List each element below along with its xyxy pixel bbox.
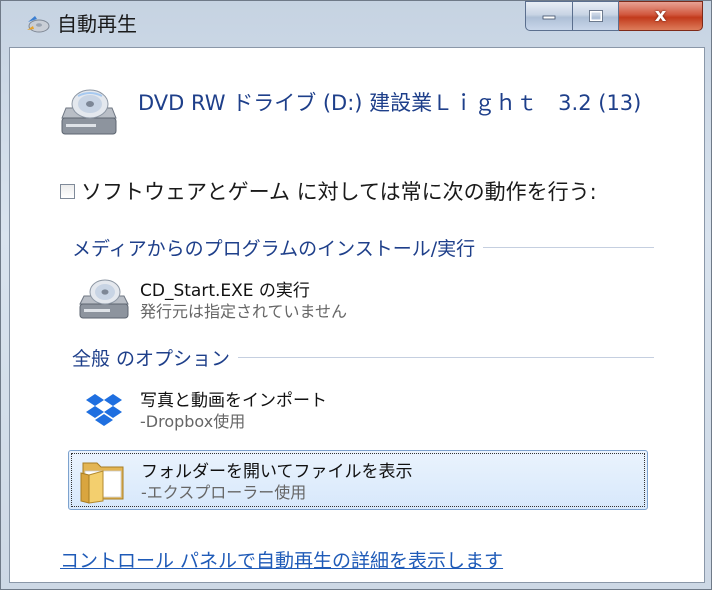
- dvd-drive-icon: [61, 89, 117, 135]
- section-install-run: メディアからのプログラムのインストール/実行: [72, 234, 654, 261]
- section-title: 全般 のオプション: [72, 348, 231, 370]
- dialog-body: DVD RW ドライブ (D:) 建設業Ｌｉｇｈｔ 3.2 (13) ソフトウェ…: [9, 47, 705, 583]
- maximize-icon: [588, 10, 603, 22]
- section-general-options: 全般 のオプション: [72, 344, 654, 371]
- always-do-label: ソフトウェアとゲーム に対しては常に次の動作を行う:: [81, 180, 597, 204]
- close-icon: x: [654, 5, 667, 26]
- always-do-checkbox[interactable]: [60, 183, 75, 199]
- minimize-icon: [542, 15, 556, 20]
- autoplay-icon: [27, 16, 50, 33]
- dropbox-icon: [86, 394, 122, 426]
- option-import-photos[interactable]: 写真と動画をインポート -Dropbox使用: [68, 380, 648, 440]
- minimize-button[interactable]: [525, 1, 573, 31]
- option-open-folder[interactable]: フォルダーを開いてファイルを表示 -エクスプローラー使用: [68, 450, 648, 510]
- close-button[interactable]: x: [619, 1, 703, 31]
- window-controls: x: [525, 1, 703, 31]
- control-panel-link[interactable]: コントロール パネルで自動再生の詳細を表示します: [60, 546, 503, 573]
- option-subtitle: -エクスプローラー使用: [141, 483, 307, 502]
- drive-title: DVD RW ドライブ (D:) 建設業Ｌｉｇｈｔ 3.2 (13): [138, 91, 642, 115]
- dvd-drive-icon: [79, 279, 129, 319]
- section-divider: [483, 247, 654, 248]
- option-subtitle: -Dropbox使用: [140, 412, 246, 431]
- section-title: メディアからのプログラムのインストール/実行: [72, 238, 476, 260]
- autoplay-window: 自動再生 x DVD RW ドライブ (D:) 建設業Ｌｉｇｈｔ 3.2 (13…: [0, 0, 712, 590]
- folder-icon: [80, 462, 124, 504]
- maximize-button[interactable]: [573, 1, 619, 31]
- option-subtitle: 発行元は指定されていません: [140, 302, 348, 321]
- section-divider: [238, 357, 654, 358]
- option-run-cd-start[interactable]: CD_Start.EXE の実行 発行元は指定されていません: [68, 270, 648, 330]
- always-do-option[interactable]: ソフトウェアとゲーム に対しては常に次の動作を行う:: [60, 176, 597, 206]
- window-title: 自動再生: [57, 12, 137, 36]
- title-bar[interactable]: 自動再生 x: [1, 1, 712, 47]
